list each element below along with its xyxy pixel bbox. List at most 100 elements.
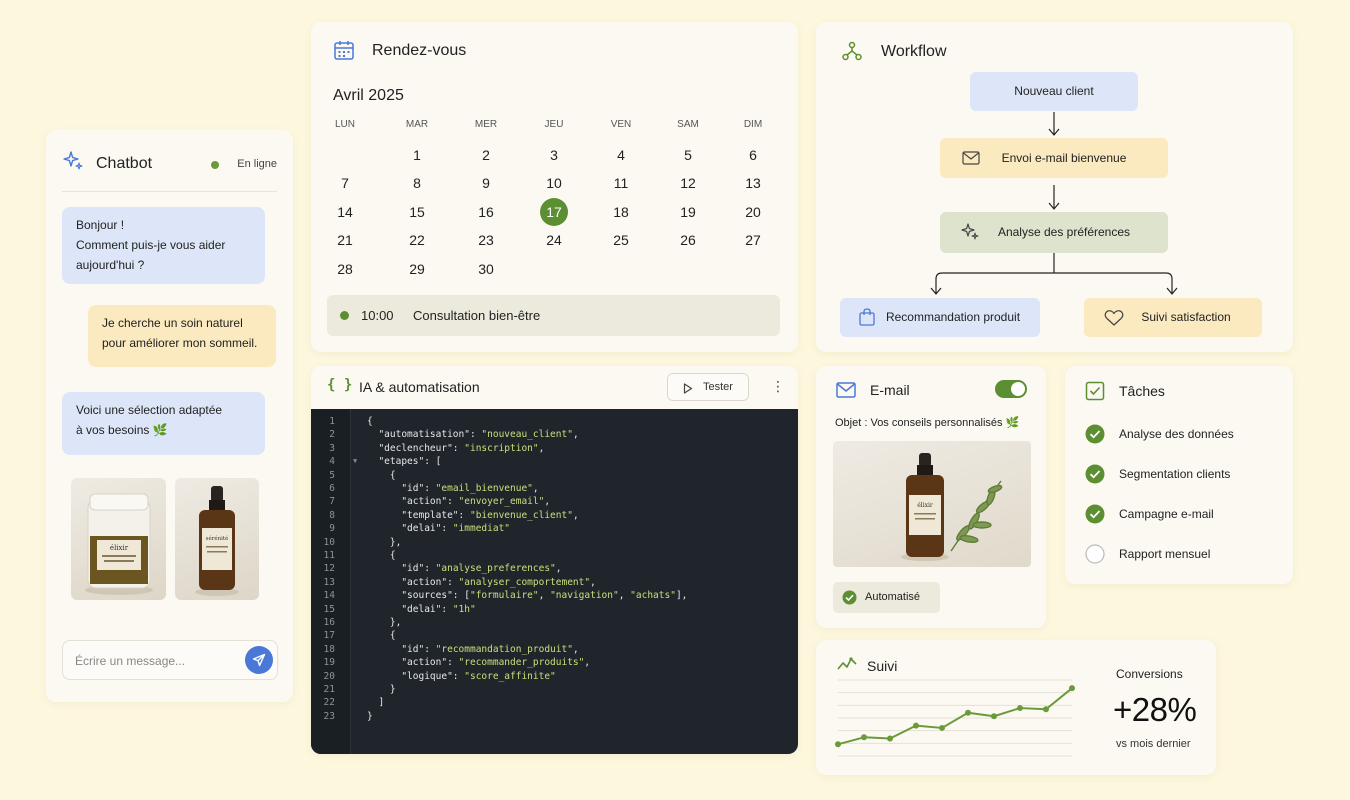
appointment-dot (340, 311, 349, 320)
code-text: { (367, 630, 396, 642)
calendar-day[interactable]: 18 (601, 198, 641, 226)
calendar-day[interactable]: 20 (733, 198, 773, 226)
calendar-day[interactable]: 3 (534, 141, 574, 169)
code-text: }, (367, 617, 402, 628)
herb-sprig (950, 480, 1003, 552)
calendar-day[interactable]: 27 (733, 226, 773, 254)
code-line: 9 "delai": "immediat" (311, 522, 798, 535)
calendar-day[interactable]: 24 (534, 226, 574, 254)
calendar-weekday: MER (474, 119, 498, 130)
calendar-day[interactable]: 14 (325, 198, 365, 226)
line-number: 20 (323, 670, 335, 682)
line-number: 23 (323, 710, 335, 722)
calendar-week-row: 7 8 9 10 11 12 13 (311, 169, 798, 197)
workflow-node-label: Recommandation produit (885, 310, 1021, 324)
code-line: 2 "automatisation": "nouveau_client", (311, 428, 798, 441)
calendar-weekday: MAR (405, 119, 429, 130)
code-line: 8 "template": "bienvenue_client", (311, 509, 798, 522)
check-circle-icon[interactable] (1085, 464, 1105, 484)
tasks-panel: Tâches Analyse des données Segmentation c… (1065, 366, 1293, 584)
product-card-jar[interactable]: élixir (71, 478, 166, 600)
code-line: 3 "declencheur": "inscription", (311, 442, 798, 455)
email-toggle[interactable] (995, 380, 1027, 398)
shopping-bag-icon (859, 308, 875, 326)
workflow-node-suivi[interactable]: Suivi satisfaction (1084, 298, 1262, 337)
calendar-day[interactable]: 26 (668, 226, 708, 254)
empty-circle-icon[interactable] (1085, 544, 1105, 564)
jar-image: élixir (85, 493, 153, 595)
code-line: 11 { (311, 549, 798, 562)
fold-arrow-icon[interactable]: ▼ (353, 455, 357, 468)
code-line: 10 }, (311, 536, 798, 549)
appointment-label: Consultation bien-être (413, 308, 541, 323)
calendar-grid: LUN MAR MER JEU VEN SAM DIM 1 2 3 4 5 6 7 8 9 10 11 12 13 14… (311, 116, 798, 283)
online-dot (211, 161, 219, 169)
metric-label: Conversions (1116, 667, 1183, 681)
line-number: 12 (323, 563, 335, 575)
calendar-day[interactable]: 23 (466, 226, 506, 254)
calendar-day[interactable]: 2 (466, 141, 506, 169)
tasks-title: Tâches (1119, 383, 1165, 399)
serum-bottle-image: sérénité (195, 486, 239, 596)
calendar-day[interactable]: 19 (668, 198, 708, 226)
workflow-panel: Workflow Nouveau client Envoi e-mail bie… (816, 22, 1293, 352)
calendar-day[interactable]: 11 (601, 169, 641, 197)
serum-bottle-image: élixir (901, 453, 1003, 561)
workflow-node-email[interactable]: Envoi e-mail bienvenue (940, 138, 1168, 178)
line-number: 1 (329, 416, 335, 427)
calendar-day-selected[interactable]: 17 (534, 197, 574, 226)
line-number: 13 (323, 576, 335, 588)
calendar-day[interactable]: 7 (325, 169, 365, 197)
calendar-day[interactable]: 15 (397, 198, 437, 226)
line-number: 18 (323, 643, 335, 655)
more-menu-icon[interactable]: ⋮ (771, 377, 785, 395)
calendar-day[interactable]: 9 (466, 169, 506, 197)
calendar-day[interactable]: 21 (325, 226, 365, 254)
calendar-weekday: SAM (677, 119, 699, 130)
code-text: "id": "email_bienvenue", (401, 483, 539, 494)
code-editor[interactable]: 1 {2 "automatisation": "nouveau_client", 3… (311, 409, 798, 754)
calendar-day[interactable]: 8 (397, 169, 437, 197)
calendar-day[interactable]: 30 (466, 255, 506, 283)
line-number: 9 (329, 523, 335, 535)
calendar-day[interactable]: 6 (733, 141, 773, 169)
code-line: 12 "id": "analyse_preferences", (311, 562, 798, 575)
workflow-node-start[interactable]: Nouveau client (970, 72, 1138, 111)
calendar-day[interactable]: 16 (466, 198, 506, 226)
calendar-day[interactable]: 4 (601, 141, 641, 169)
calendar-day[interactable]: 29 (397, 255, 437, 283)
appointment-time: 10:00 (361, 308, 394, 323)
check-circle-icon[interactable] (1085, 424, 1105, 444)
code-line: 19 "action": "recommander_produits", (311, 656, 798, 669)
metric-subtitle: vs mois dernier (1116, 738, 1191, 750)
product-card-serum[interactable]: sérénité (175, 478, 259, 600)
calendar-day[interactable]: 1 (397, 141, 437, 169)
workflow-node-analyse[interactable]: Analyse des préférences (940, 212, 1168, 253)
workflow-node-reco[interactable]: Recommandation produit (840, 298, 1040, 337)
calendar-day[interactable]: 22 (397, 226, 437, 254)
calendar-weekday: JEU (544, 119, 564, 130)
checkbox-icon (1085, 381, 1105, 401)
calendar-day[interactable]: 25 (601, 226, 641, 254)
code-line: 20 "logique": "score_affinite" (311, 670, 798, 683)
chatbot-panel: Chatbot En ligne Bonjour ! Comment puis-… (46, 130, 293, 702)
line-number: 6 (329, 483, 335, 494)
code-text: "etapes": [ (378, 456, 442, 468)
calendar-day[interactable]: 10 (534, 169, 574, 197)
calendar-day[interactable]: 12 (668, 169, 708, 197)
message-line: Bonjour ! (76, 218, 125, 232)
send-button[interactable] (245, 646, 273, 674)
task-label: Analyse des données (1119, 427, 1234, 441)
test-button[interactable]: Tester (667, 373, 749, 401)
email-title: E-mail (870, 382, 910, 398)
appointment-item[interactable]: 10:00 Consultation bien-être (327, 295, 780, 336)
calendar-day[interactable]: 28 (325, 255, 365, 283)
sparkle-icon (961, 223, 979, 240)
calendar-day[interactable]: 13 (733, 169, 773, 197)
calendar-day[interactable]: 5 (668, 141, 708, 169)
check-circle-icon[interactable] (1085, 504, 1105, 524)
code-text: "action": "analyser_comportement", (401, 576, 596, 588)
line-number: 3 (329, 442, 335, 454)
metric-value: +28% (1113, 691, 1197, 728)
chat-message-input[interactable]: Écrire un message... (62, 640, 278, 680)
